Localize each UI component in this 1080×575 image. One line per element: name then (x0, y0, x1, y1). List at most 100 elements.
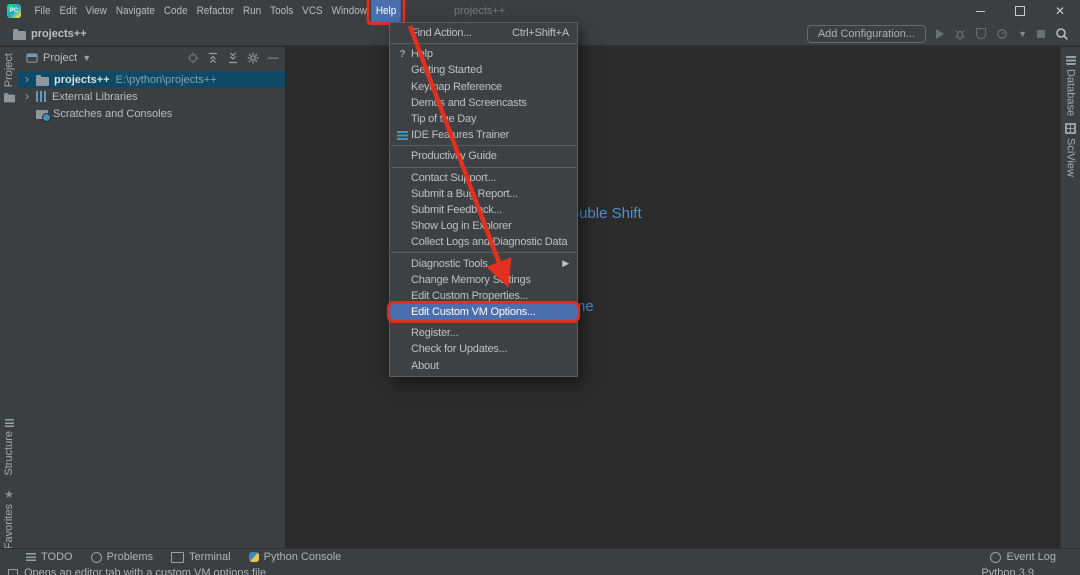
menubar-item-help[interactable]: Help (366, 0, 406, 25)
menubar-item-run[interactable]: Run (238, 0, 265, 22)
tree-item-name: Scratches and Consoles (53, 107, 173, 120)
menu-separator (391, 166, 576, 168)
menu-item-label: Productivity Guide (411, 150, 497, 163)
help-menu-item-diagnostic-tools[interactable]: Diagnostic Tools ▶ (390, 255, 577, 271)
tool-window-button-label: Python Console (263, 551, 342, 563)
menubar-item-window[interactable]: Window (327, 0, 371, 22)
menubar-item-edit[interactable]: Edit (55, 0, 81, 22)
tool-window-button-todo[interactable]: TODO (26, 551, 73, 563)
menubar-item-vcs[interactable]: VCS (298, 0, 327, 22)
menu-item-label: About (411, 359, 439, 372)
help-menu-item-ide-features-trainer[interactable]: IDE Features Trainer (390, 127, 577, 143)
menubar-item-code[interactable]: Code (159, 0, 192, 22)
trainer-icon (397, 130, 408, 140)
tool-tab-sciview[interactable]: SciView (1061, 123, 1080, 177)
project-panel: Project ▼ — › projects++ E:\python\project… (18, 47, 286, 548)
help-menu-item-productivity-guide[interactable]: Productivity Guide (390, 148, 577, 164)
menu-item-label: Submit Feedback... (411, 203, 503, 216)
menu-item-shortcut: Ctrl+Shift+A (512, 27, 569, 40)
tool-tab-structure[interactable]: Structure (0, 419, 18, 476)
project-panel-title[interactable]: Project (43, 52, 77, 64)
chevron-right-icon[interactable]: › (25, 71, 36, 88)
help-menu-item-getting-started[interactable]: Getting Started (390, 62, 577, 78)
help-menu-item-about[interactable]: About (390, 358, 577, 374)
help-menu-item-check-for-updates[interactable]: Check for Updates... (390, 341, 577, 357)
debug-icon[interactable] (954, 28, 966, 40)
stop-icon[interactable] (1037, 29, 1045, 38)
menu-item-label: Diagnostic Tools (411, 257, 488, 270)
menubar-item-view[interactable]: View (81, 0, 111, 22)
minimize-button[interactable] (960, 0, 1000, 22)
add-configuration-button[interactable]: Add Configuration... (806, 24, 927, 43)
run-icon[interactable] (936, 28, 945, 39)
python-interpreter-widget[interactable]: Python 3.9 (981, 567, 1034, 575)
menu-separator (391, 145, 576, 147)
window-controls: ✕ (960, 0, 1080, 22)
event-log-label: Event Log (1006, 551, 1056, 563)
coverage-icon[interactable] (976, 28, 987, 39)
menu-item-label: Show Log in Explorer (411, 220, 512, 233)
menu-item-label: Help (411, 48, 433, 61)
help-menu-item-find-action[interactable]: Find Action... Ctrl+Shift+A (390, 25, 577, 41)
menubar-item-navigate[interactable]: Navigate (111, 0, 159, 22)
project-tree: › projects++ E:\python\projects++ › External… (18, 71, 285, 122)
star-icon: ★ (4, 489, 14, 501)
help-menu-item-register[interactable]: Register... (390, 325, 577, 341)
help-menu-item-demos-and-screencasts[interactable]: Demos and Screencasts (390, 95, 577, 111)
help-menu-item-help[interactable]: Help (390, 46, 577, 62)
gear-icon[interactable] (247, 52, 259, 64)
chevron-down-icon[interactable]: ▼ (82, 53, 91, 63)
window-title: projects++ (453, 5, 506, 17)
menu-item-label: Demos and Screencasts (411, 96, 527, 109)
search-icon[interactable] (1055, 27, 1069, 41)
menu-item-label: Collect Logs and Diagnostic Data (411, 236, 568, 249)
menu-item-label: Edit Custom Properties... (411, 289, 529, 302)
tool-tab-project[interactable]: Project (0, 53, 18, 103)
collapse-all-icon[interactable] (227, 52, 239, 64)
profiler-icon[interactable] (996, 28, 1008, 40)
sciview-icon (1065, 123, 1076, 134)
tree-item-path: E:\python\projects++ (115, 73, 217, 86)
help-menu-item-change-memory-settings[interactable]: Change Memory Settings (390, 272, 577, 288)
help-menu-item-contact-support[interactable]: Contact Support... (390, 170, 577, 186)
pycharm-logo-icon: PC (7, 4, 21, 18)
maximize-button[interactable] (1000, 0, 1040, 22)
expand-all-icon[interactable] (207, 52, 219, 64)
breadcrumb[interactable]: projects++ (13, 28, 87, 40)
status-hint-text: Opens an editor tab with a custom VM opt… (24, 567, 267, 575)
menubar-item-refactor[interactable]: Refactor (192, 0, 238, 22)
status-hint-icon (8, 569, 18, 575)
help-menu-item-keymap-reference[interactable]: Keymap Reference (390, 79, 577, 95)
help-menu-item-submit-a-bug-report[interactable]: Submit a Bug Report... (390, 186, 577, 202)
menubar-item-file[interactable]: File (30, 0, 55, 22)
help-menu-item-edit-custom-vm-options[interactable]: Edit Custom VM Options... (387, 301, 580, 324)
help-menu-item-collect-logs-and-diagnostic-data[interactable]: Collect Logs and Diagnostic Data (390, 234, 577, 250)
tool-tab-favorites[interactable]: ★ Favorites (0, 489, 18, 550)
tree-item-projects[interactable]: › projects++ E:\python\projects++ (18, 71, 285, 88)
tool-window-button-terminal[interactable]: Terminal (171, 551, 231, 563)
tool-tab-database-label: Database (1064, 69, 1077, 117)
bottom-tool-bar: TODO Problems Terminal Python Console Event… (0, 548, 1080, 565)
event-log-button[interactable]: Event Log (990, 551, 1056, 563)
hide-panel-icon[interactable]: — (267, 52, 279, 64)
menubar-item-tools[interactable]: Tools (266, 0, 298, 22)
chevron-right-icon[interactable]: › (25, 88, 36, 105)
tool-window-button-problems[interactable]: Problems (90, 551, 153, 563)
folder-icon (13, 28, 26, 40)
tool-window-button-python-console[interactable]: Python Console (248, 551, 342, 563)
help-menu-item-submit-feedback[interactable]: Submit Feedback... (390, 202, 577, 218)
help-menu-item-show-log-in-explorer[interactable]: Show Log in Explorer (390, 218, 577, 234)
locate-icon[interactable] (187, 52, 199, 64)
tree-item-external-libraries[interactable]: › External Libraries (18, 88, 285, 105)
help-menu-item-edit-custom-properties[interactable]: Edit Custom Properties... (390, 288, 577, 304)
tool-tab-database[interactable]: Database (1061, 55, 1080, 116)
tree-item-scratches-and-consoles[interactable]: Scratches and Consoles (18, 105, 285, 122)
structure-icon (4, 419, 14, 427)
event-log-icon (990, 551, 1002, 563)
close-button[interactable]: ✕ (1040, 0, 1080, 22)
help-menu-item-tip-of-the-day[interactable]: Tip of the Day (390, 111, 577, 127)
menu-separator (391, 252, 576, 254)
chevron-down-icon[interactable]: ▼ (1018, 29, 1027, 39)
breadcrumb-label: projects++ (31, 27, 87, 40)
tool-window-button-label: TODO (41, 551, 73, 563)
